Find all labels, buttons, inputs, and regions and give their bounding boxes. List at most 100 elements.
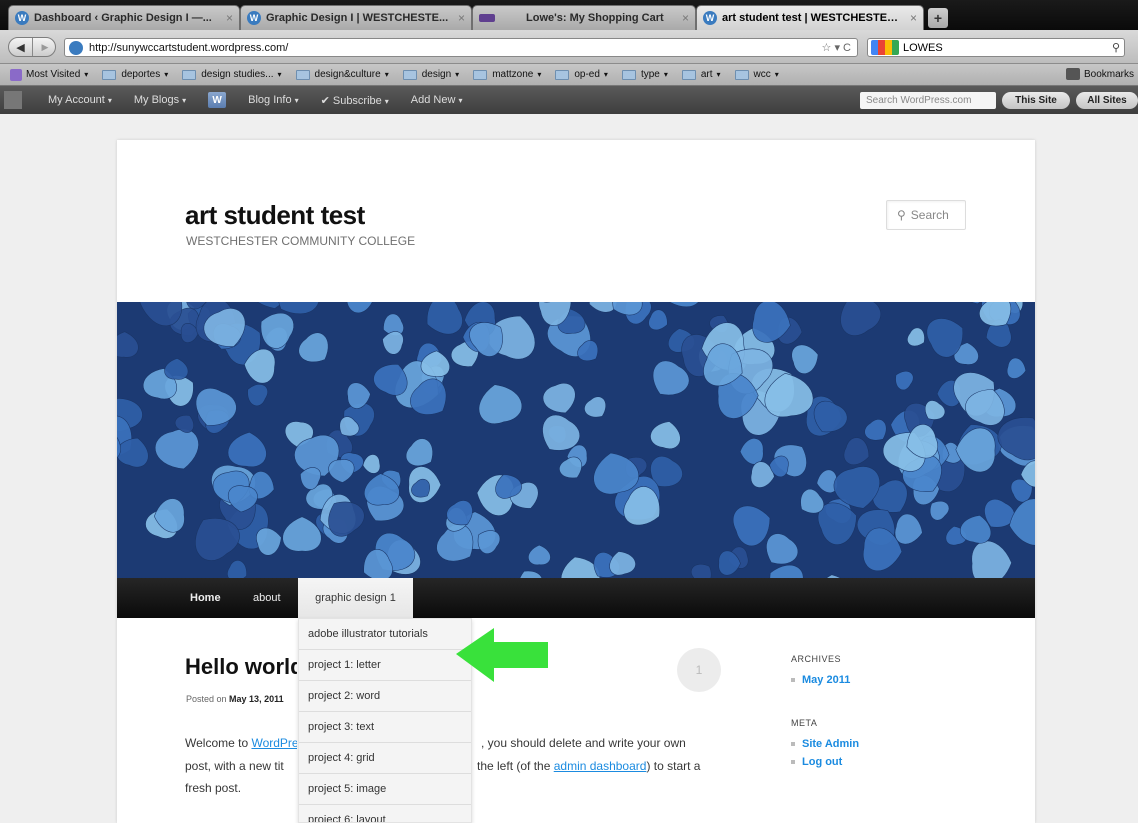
post-title[interactable]: Hello world! — [185, 654, 297, 680]
wordpress-link[interactable]: WordPress.com — [251, 736, 297, 750]
bookmark-folder[interactable]: art ▾ — [681, 69, 721, 80]
bookmarks-menu[interactable]: Bookmarks — [1065, 68, 1134, 80]
new-tab-button[interactable]: + — [928, 8, 948, 28]
submenu-item[interactable]: project 2: word — [299, 681, 471, 712]
archive-link[interactable]: May 2011 — [791, 674, 931, 686]
bookmark-folder[interactable]: deportes ▾ — [102, 69, 168, 80]
meta-label: Log out — [802, 756, 843, 768]
wordpress-logo-icon[interactable]: W — [208, 92, 227, 108]
post-body-line: fresh post. — [185, 781, 242, 795]
address-bar[interactable]: http://sunywccartstudent.wordpress.com/ … — [64, 38, 858, 57]
menu-item-about[interactable]: about — [253, 578, 281, 618]
archives-title: ARCHIVES — [791, 654, 842, 664]
tab-close-icon[interactable]: × — [910, 11, 917, 25]
meta-label: Site Admin — [802, 738, 860, 750]
browser-tab[interactable]: W Graphic Design I | WESTCHESTE... × — [240, 5, 472, 30]
admin-menu-my-blogs[interactable]: My Blogs ▾ — [134, 94, 186, 106]
bookmark-label: design — [421, 69, 452, 80]
search-query: LOWES — [903, 41, 943, 54]
bookmark-label: design studies... — [201, 69, 274, 80]
admin-menu-blog-info[interactable]: Blog Info ▾ — [248, 94, 298, 106]
submenu-item[interactable]: project 1: letter — [299, 650, 471, 681]
bookmark-folder[interactable]: design&culture ▾ — [295, 69, 389, 80]
bookmarks-menu-label: Bookmarks — [1083, 68, 1134, 80]
back-forward-control: ◀ ▶ — [8, 37, 56, 57]
browser-tab-active[interactable]: W art student test | WESTCHESTER... × — [696, 5, 924, 30]
site-title[interactable]: art student test — [185, 200, 365, 231]
blue-leaves-image — [117, 302, 1035, 578]
site-admin-link[interactable]: Site Admin — [791, 738, 931, 750]
browser-search-box[interactable]: LOWES ⚲ — [867, 38, 1125, 57]
menu-item-graphic-design-1[interactable]: graphic design 1 — [298, 578, 413, 618]
bookmark-label: deportes — [121, 69, 161, 80]
bookmark-folder[interactable]: type ▾ — [621, 69, 668, 80]
bookmark-label: Most Visited — [26, 69, 81, 80]
bookmark-folder[interactable]: wcc ▾ — [734, 69, 779, 80]
folder-icon — [182, 69, 197, 80]
this-site-button[interactable]: This Site — [1002, 92, 1070, 109]
site-description: WESTCHESTER COMMUNITY COLLEGE — [186, 234, 416, 248]
admin-dashboard-link[interactable]: admin dashboard — [554, 759, 647, 773]
bookmark-star-icon[interactable]: ☆ ▾ C — [822, 41, 851, 54]
post-date[interactable]: May 13, 2011 — [229, 694, 284, 704]
bookmark-most-visited[interactable]: Most Visited ▾ — [26, 69, 88, 80]
url-text: http://sunywccartstudent.wordpress.com/ — [89, 41, 289, 54]
bookmark-folder[interactable]: design ▾ — [402, 69, 459, 80]
tab-close-icon[interactable]: × — [682, 11, 689, 25]
admin-menu-label: My Account — [48, 94, 105, 106]
body-text: Welcome to — [185, 736, 252, 750]
lowes-favicon-icon — [479, 14, 495, 22]
site-search-input[interactable]: ⚲ Search — [886, 200, 966, 230]
search-icon[interactable]: ⚲ — [1112, 41, 1120, 54]
bookmark-label: op-ed — [574, 69, 600, 80]
bookmark-label: design&culture — [314, 69, 381, 80]
wordpress-favicon-icon: W — [703, 11, 717, 25]
folder-icon — [681, 69, 696, 80]
log-out-link[interactable]: Log out — [791, 756, 931, 768]
folder-icon — [102, 69, 117, 80]
post-body-line: , you should delete and write your own — [481, 736, 686, 750]
all-sites-button[interactable]: All Sites — [1076, 92, 1138, 109]
comment-count-bubble[interactable]: 1 — [677, 648, 721, 692]
tab-close-icon[interactable]: × — [226, 11, 233, 25]
admin-menu-label: Add New — [410, 94, 456, 106]
search-engine-icon[interactable] — [871, 40, 899, 55]
bookmark-label: wcc — [753, 69, 771, 80]
wordpress-admin-bar: My Account ▾ My Blogs ▾ W Blog Info ▾ ✔ Sub… — [0, 86, 1138, 114]
submenu-item[interactable]: project 5: image — [299, 774, 471, 805]
folder-icon — [555, 69, 570, 80]
admin-menu-subscribe[interactable]: ✔ Subscribe ▾ — [321, 94, 389, 107]
browser-navigation-bar: ◀ ▶ http://sunywccartstudent.wordpress.c… — [0, 30, 1138, 64]
wordpress-favicon-icon: W — [15, 11, 29, 25]
admin-menu-my-account[interactable]: My Account ▾ — [48, 94, 112, 106]
folder-icon — [402, 69, 417, 80]
submenu-item[interactable]: project 6: layout — [299, 805, 471, 822]
header-image — [117, 302, 1035, 578]
tab-label: Graphic Design I | WESTCHESTE... — [266, 12, 449, 24]
submenu-item[interactable]: project 4: grid — [299, 743, 471, 774]
bullet-icon — [791, 742, 795, 746]
bookmarks-icon — [1065, 68, 1080, 80]
menu-item-home[interactable]: Home — [190, 578, 221, 618]
search-icon: ⚲ — [897, 208, 906, 222]
browser-tab[interactable]: W Dashboard ‹ Graphic Design I —... × — [8, 5, 240, 30]
admin-menu-label: My Blogs — [133, 94, 180, 106]
bookmark-folder[interactable]: op-ed ▾ — [555, 69, 608, 80]
bookmark-label: type — [640, 69, 660, 80]
wordpress-search-input[interactable]: Search WordPress.com — [860, 92, 996, 109]
admin-menu-add-new[interactable]: Add New ▾ — [411, 94, 463, 106]
bookmark-folder[interactable]: design studies... ▾ — [182, 69, 282, 80]
browser-tab-strip: W Dashboard ‹ Graphic Design I —... × W … — [0, 0, 1138, 30]
main-navigation: Home about graphic design 1 — [117, 578, 1035, 618]
forward-arrow-icon[interactable]: ▶ — [33, 38, 57, 56]
search-placeholder: Search — [910, 208, 949, 222]
meta-title: META — [791, 718, 818, 728]
submenu-item[interactable]: adobe illustrator tutorials — [299, 619, 471, 650]
submenu-item[interactable]: project 3: text — [299, 712, 471, 743]
tab-close-icon[interactable]: × — [458, 11, 465, 25]
back-arrow-icon[interactable]: ◀ — [9, 38, 33, 56]
bookmark-folder[interactable]: mattzone ▾ — [473, 69, 541, 80]
browser-tab[interactable]: Lowe's: My Shopping Cart × — [472, 5, 696, 30]
graphic-design-submenu: adobe illustrator tutorials project 1: l… — [298, 618, 472, 823]
checkmark-icon: ✔ — [320, 94, 333, 107]
